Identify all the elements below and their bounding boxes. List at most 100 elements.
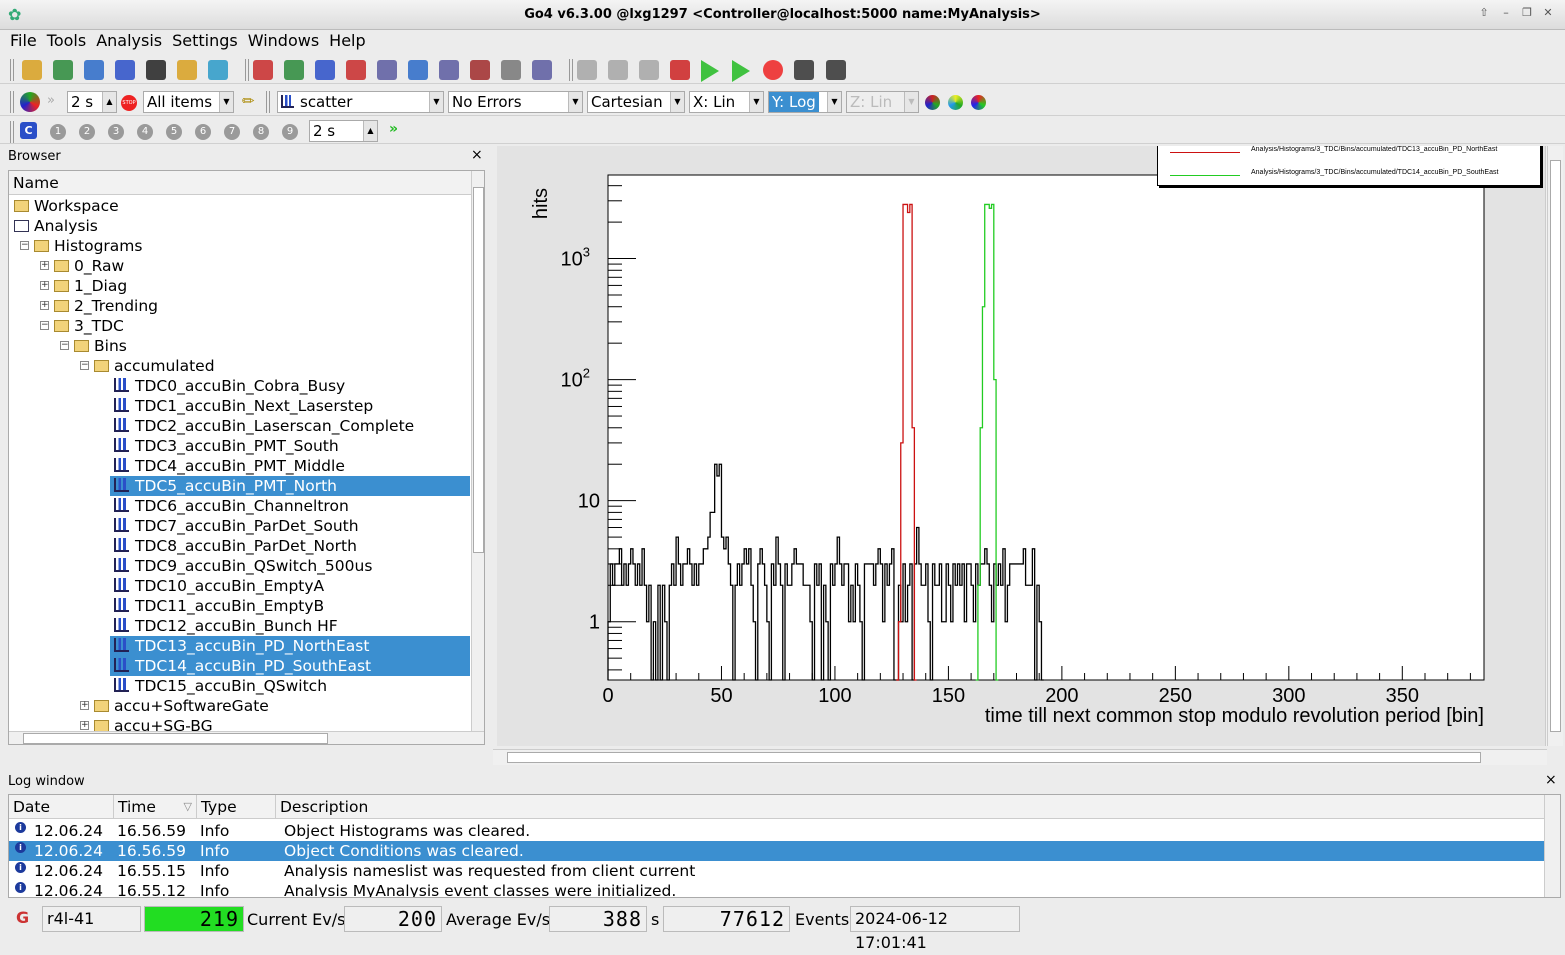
tree-item[interactable]: accu+SoftwareGate bbox=[90, 696, 269, 716]
log-row[interactable]: i 12.06.24 16.55.15 Info Analysis nameslist … bbox=[9, 861, 1544, 881]
menu-help[interactable]: Help bbox=[325, 30, 371, 52]
tree-item[interactable]: 3_TDC bbox=[50, 316, 124, 336]
spin-arrows-icon[interactable]: ▲ bbox=[102, 92, 116, 112]
minimize-icon[interactable]: – bbox=[1498, 6, 1514, 22]
tree-item[interactable]: Histograms bbox=[30, 236, 142, 256]
open-icon[interactable] bbox=[22, 60, 42, 80]
interval-spinbox[interactable]: 2 s ▲ bbox=[309, 120, 378, 142]
browse-icon[interactable] bbox=[439, 60, 459, 80]
scrollbar-thumb[interactable] bbox=[473, 187, 484, 553]
scrollbar-thumb[interactable] bbox=[23, 733, 328, 744]
marker-icon[interactable] bbox=[346, 60, 366, 80]
tree-item[interactable]: 1_Diag bbox=[50, 276, 127, 296]
expand-icon[interactable]: + bbox=[40, 281, 49, 290]
coordinates-select[interactable]: Cartesian ▼ bbox=[587, 91, 685, 113]
disconnect-icon[interactable] bbox=[670, 60, 690, 80]
histogram-canvas[interactable]: 0 50 100 150 200 250 300 350 1 10 102 103 hits time t… bbox=[497, 146, 1547, 746]
tree-item[interactable]: Workspace bbox=[10, 196, 119, 216]
chevron-down-icon[interactable]: ▼ bbox=[568, 92, 582, 112]
menu-file[interactable]: File bbox=[0, 30, 43, 52]
pad-9-button[interactable]: 9 bbox=[282, 124, 298, 140]
tree-item[interactable]: TDC7_accuBin_ParDet_South bbox=[110, 516, 359, 536]
collapse-icon[interactable]: − bbox=[60, 341, 69, 350]
settings-icon[interactable] bbox=[501, 60, 521, 80]
tree-icon[interactable] bbox=[470, 60, 490, 80]
tree-item[interactable]: TDC13_accuBin_PD_NorthEast bbox=[110, 636, 470, 656]
histogram-icon[interactable] bbox=[253, 60, 273, 80]
column-header-type[interactable]: Type bbox=[196, 795, 237, 819]
chevron-down-icon[interactable]: ▼ bbox=[670, 92, 684, 112]
connect3-icon[interactable] bbox=[639, 60, 659, 80]
y-scale-select[interactable]: Y: Log ▼ bbox=[768, 91, 842, 113]
export-icon[interactable] bbox=[208, 60, 228, 80]
toolbar-grip[interactable] bbox=[10, 121, 14, 143]
draw-option-select[interactable]: scatter ▼ bbox=[277, 91, 444, 113]
fast-forward-icon[interactable]: » bbox=[47, 93, 55, 108]
spin-arrows-icon[interactable]: ▲ bbox=[363, 121, 377, 141]
log-vertical-scrollbar[interactable] bbox=[1544, 795, 1560, 897]
log-row[interactable]: i 12.06.24 16.55.12 Info Analysis MyAnalysis… bbox=[9, 881, 1544, 897]
canvas-vertical-scrollbar[interactable] bbox=[1547, 146, 1563, 746]
pad-2-button[interactable]: 2 bbox=[79, 124, 95, 140]
toolbar-grip[interactable] bbox=[10, 91, 14, 113]
close-icon[interactable]: × bbox=[1545, 772, 1557, 788]
stop-icon[interactable] bbox=[763, 60, 783, 80]
tree-vertical-scrollbar[interactable] bbox=[471, 171, 484, 731]
palette2-icon[interactable] bbox=[948, 95, 963, 110]
column-header-name[interactable]: Name bbox=[9, 171, 471, 195]
menu-tools[interactable]: Tools bbox=[43, 30, 92, 52]
tree-item[interactable]: TDC1_accuBin_Next_Laserstep bbox=[110, 396, 373, 416]
tree-item[interactable]: TDC12_accuBin_Bunch HF bbox=[110, 616, 338, 636]
monitor-icon[interactable] bbox=[20, 92, 40, 112]
column-header-date[interactable]: Date bbox=[13, 795, 50, 819]
collapse-icon[interactable]: − bbox=[80, 361, 89, 370]
scrollbar-thumb[interactable] bbox=[1550, 160, 1561, 732]
expand-icon[interactable]: + bbox=[40, 301, 49, 310]
menu-windows[interactable]: Windows bbox=[244, 30, 325, 52]
toolbar-grip[interactable] bbox=[245, 59, 249, 81]
pad-7-button[interactable]: 7 bbox=[224, 124, 240, 140]
expand-icon[interactable]: + bbox=[80, 701, 89, 710]
close-window-icon[interactable]: ✕ bbox=[1540, 6, 1556, 22]
tree-item[interactable]: TDC4_accuBin_PMT_Middle bbox=[110, 456, 345, 476]
start-icon[interactable] bbox=[732, 60, 750, 82]
maximize-icon[interactable]: ❐ bbox=[1519, 6, 1535, 22]
browser-icon[interactable] bbox=[532, 60, 552, 80]
chevron-down-icon[interactable]: ▼ bbox=[827, 92, 841, 112]
menu-analysis[interactable]: Analysis bbox=[92, 30, 168, 52]
tree-item[interactable]: TDC5_accuBin_PMT_North bbox=[110, 476, 470, 496]
tree-item[interactable]: TDC6_accuBin_Channeltron bbox=[110, 496, 349, 516]
connect-icon[interactable] bbox=[577, 60, 597, 80]
legend[interactable]: Analysis/Histograms/3_TDC/Bins/accumulat… bbox=[1157, 146, 1541, 186]
window-icon[interactable] bbox=[377, 60, 397, 80]
column-header-time[interactable]: Time ▽ bbox=[113, 795, 196, 819]
tree-item[interactable]: TDC10_accuBin_EmptyA bbox=[110, 576, 324, 596]
pad-4-button[interactable]: 4 bbox=[137, 124, 153, 140]
scrollbar-thumb[interactable] bbox=[507, 752, 1481, 763]
chevron-down-icon[interactable]: ▼ bbox=[429, 92, 443, 112]
tree-item[interactable]: TDC15_accuBin_QSwitch bbox=[110, 676, 327, 696]
tree-item[interactable]: Bins bbox=[70, 336, 127, 356]
tree-item[interactable]: TDC8_accuBin_ParDet_North bbox=[110, 536, 357, 556]
monitor-items-select[interactable]: All items ▼ bbox=[143, 91, 234, 113]
refresh-interval-spinbox[interactable]: 2 s ▲ bbox=[67, 91, 117, 113]
expand-icon[interactable]: + bbox=[80, 721, 89, 730]
tree-item[interactable]: TDC0_accuBin_Cobra_Busy bbox=[110, 376, 345, 396]
connect2-icon[interactable] bbox=[608, 60, 628, 80]
histogram-2d-icon[interactable] bbox=[315, 60, 335, 80]
tree-item[interactable]: TDC9_accuBin_QSwitch_500us bbox=[110, 556, 372, 576]
open-remote-icon[interactable] bbox=[53, 60, 73, 80]
toolbar-grip[interactable] bbox=[266, 91, 270, 113]
log-row[interactable]: i 12.06.24 16.56.59 Info Object Histograms w… bbox=[9, 821, 1544, 841]
collapse-icon[interactable]: − bbox=[40, 321, 49, 330]
pad-1-button[interactable]: 1 bbox=[50, 124, 66, 140]
pad-6-button[interactable]: 6 bbox=[195, 124, 211, 140]
expand-icon[interactable]: + bbox=[40, 261, 49, 270]
eraser-icon[interactable]: ✏ bbox=[242, 92, 255, 110]
shade-icon[interactable]: ⇧ bbox=[1476, 6, 1492, 22]
start-analysis-icon[interactable] bbox=[701, 60, 719, 82]
new-canvas-icon[interactable]: C bbox=[20, 122, 37, 139]
stop-monitor-icon[interactable]: STOP bbox=[121, 95, 137, 111]
tree-item[interactable]: 2_Trending bbox=[50, 296, 158, 316]
close-icon[interactable]: × bbox=[471, 147, 483, 163]
